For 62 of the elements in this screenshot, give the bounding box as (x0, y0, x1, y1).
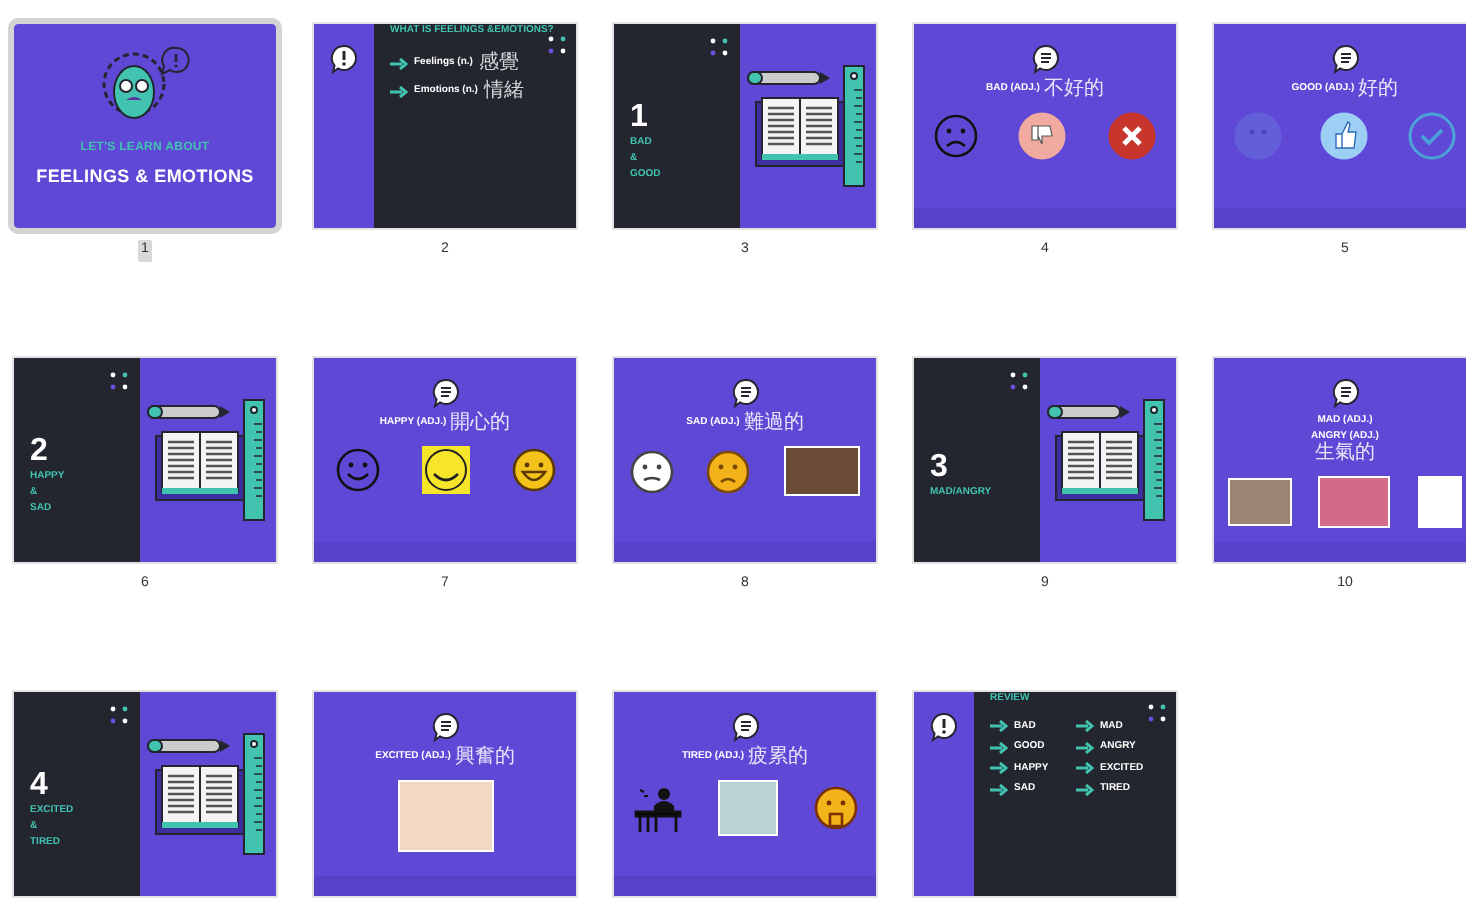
dots-icon (548, 36, 566, 54)
chinese-gloss: 不好的 (1043, 80, 1104, 100)
photo-placeholder (1318, 476, 1391, 528)
chinese-gloss: 興奮的 (454, 748, 515, 768)
thumbs-up-icon (1320, 112, 1369, 160)
section-number: 1 (630, 101, 650, 133)
photo-placeholder (718, 780, 779, 836)
smiley-sticker-icon (421, 446, 469, 494)
dots-icon (110, 706, 128, 724)
disgusted-face-icon (814, 786, 859, 830)
book-pencil-ruler-drawing (1046, 396, 1170, 524)
speech-bubble-icon (1331, 378, 1359, 408)
dots-icon (1010, 372, 1028, 390)
speech-bubble-icon (1031, 44, 1059, 74)
dots-icon (710, 38, 728, 56)
laughing-face-icon (511, 448, 555, 492)
speech-bubble-icon (731, 378, 759, 408)
book-pencil-ruler-drawing (146, 730, 270, 858)
book-pencil-ruler-drawing (746, 62, 870, 190)
thumbs-down-icon (1018, 112, 1067, 160)
arrow-icon (1076, 783, 1094, 796)
section-number: 2 (30, 435, 50, 467)
photo-placeholder (1227, 478, 1292, 526)
dots-icon (110, 372, 128, 390)
photo-placeholder (1418, 476, 1463, 528)
arrow-icon (990, 720, 1008, 733)
chinese-gloss: 開心的 (450, 414, 511, 434)
speech-bubble-icon (431, 712, 459, 742)
section-number: 3 (930, 451, 950, 483)
frown-face-icon (934, 114, 979, 158)
photo-placeholder (397, 780, 493, 852)
speech-bubble-icon (1331, 44, 1359, 74)
chinese-gloss: 難過的 (743, 414, 804, 434)
arrow-icon (390, 85, 408, 97)
photo-placeholder (783, 446, 860, 496)
arrow-icon (390, 57, 408, 69)
arrow-icon (990, 741, 1008, 754)
section-number: 4 (30, 769, 50, 801)
exclamation-bubble-icon (930, 712, 958, 742)
chinese-gloss: 生氣的 (1315, 444, 1375, 464)
speech-bubble-icon (431, 378, 459, 408)
smiley-face-icon (335, 448, 379, 492)
chinese-gloss: 感覺 (478, 53, 519, 73)
chinese-gloss: 好的 (1358, 80, 1399, 100)
exclamation-bubble-icon (330, 44, 358, 74)
arrow-icon (990, 762, 1008, 775)
check-circle-icon (1408, 112, 1457, 160)
person-at-desk-icon (631, 784, 684, 832)
face-icon (1233, 112, 1282, 160)
sketch-face-icon (630, 449, 675, 493)
arrow-icon (1076, 720, 1094, 733)
chinese-gloss: 情緒 (483, 81, 524, 101)
slide-title: FEELINGS & EMOTIONS (36, 164, 254, 190)
dots-icon (1148, 704, 1166, 722)
speech-bubble-icon (731, 712, 759, 742)
cross-icon (1107, 112, 1156, 160)
book-pencil-ruler-drawing (146, 396, 270, 524)
crying-face-icon (706, 449, 751, 493)
chinese-gloss: 疲累的 (748, 748, 809, 768)
arrow-icon (990, 783, 1008, 796)
arrow-icon (1076, 741, 1094, 754)
arrow-icon (1076, 762, 1094, 775)
